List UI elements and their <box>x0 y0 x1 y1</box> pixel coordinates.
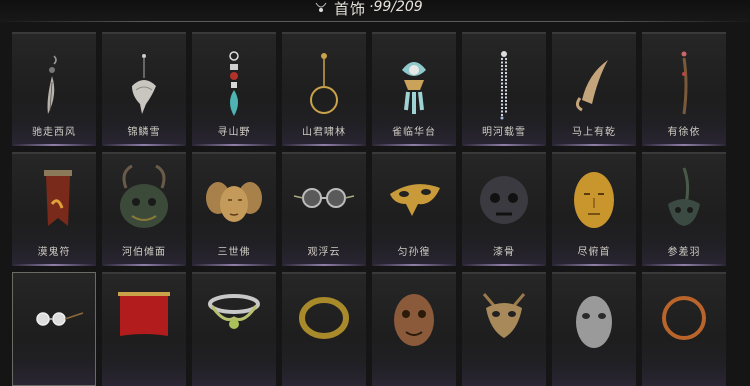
item-card[interactable]: 尽俯首 <box>552 152 636 266</box>
horn-earring-icon <box>575 60 608 112</box>
silver-crown-icon <box>208 294 260 329</box>
item-card[interactable]: 漆骨 <box>462 152 546 266</box>
card-glow <box>372 144 456 146</box>
item-label: 参差羽 <box>667 247 701 258</box>
item-card[interactable]: 驰走西风 <box>12 32 96 146</box>
page-header: 首饰 ·99/209 <box>0 0 750 22</box>
item-label: 尽俯首 <box>577 247 611 258</box>
fish-pendant-earring-icon <box>132 54 156 114</box>
card-glow <box>282 144 366 146</box>
item-card[interactable] <box>102 272 186 386</box>
bronze-horned-mask-icon <box>482 293 526 338</box>
spectacles-icon <box>36 312 84 326</box>
dark-skull-mask-icon <box>480 176 528 224</box>
card-glow <box>462 264 546 266</box>
three-buddha-masks-icon <box>206 182 262 222</box>
red-veil-icon <box>118 292 170 336</box>
item-card[interactable]: 有徐依 <box>642 32 726 146</box>
gold-serpent-collar-icon <box>299 297 349 339</box>
item-card[interactable]: 明河载雪 <box>462 32 546 146</box>
card-glow <box>462 144 546 146</box>
item-label: 河伯傩面 <box>122 247 166 258</box>
item-card[interactable] <box>462 272 546 386</box>
jade-drop-earring-icon <box>229 51 239 116</box>
card-glow <box>102 144 186 146</box>
page-title: 首饰 <box>334 0 367 18</box>
collection-count: ·99/209 <box>369 0 423 15</box>
item-label: 漠鬼符 <box>37 247 71 258</box>
card-glow <box>102 264 186 266</box>
item-card[interactable]: 匀孙徨 <box>372 152 456 266</box>
item-card[interactable] <box>282 272 366 386</box>
copper-ring-icon <box>662 296 706 340</box>
item-card[interactable]: 三世佛 <box>192 152 276 266</box>
item-card[interactable] <box>372 272 456 386</box>
item-label: 观浮云 <box>307 247 341 258</box>
guardian-face-mask-icon <box>394 294 434 346</box>
silver-face-mask-icon <box>576 296 612 348</box>
hoop-earring-icon <box>310 53 338 114</box>
header-divider <box>0 21 750 22</box>
item-card[interactable]: 雀临华台 <box>372 32 456 146</box>
item-label: 山君啸林 <box>302 127 346 138</box>
necklace-icon <box>315 2 327 12</box>
feather-headpiece-icon <box>668 167 700 226</box>
item-label: 三世佛 <box>217 247 251 258</box>
golden-face-mask-icon <box>574 172 614 228</box>
card-glow <box>12 144 96 146</box>
card-glow <box>642 144 726 146</box>
item-card[interactable]: 河伯傩面 <box>102 152 186 266</box>
item-label: 匀孙徨 <box>397 247 431 258</box>
item-label: 明河载雪 <box>482 127 526 138</box>
item-card[interactable] <box>192 272 276 386</box>
round-glasses-icon <box>293 188 355 208</box>
item-label: 漆骨 <box>493 247 515 258</box>
item-label: 雀临华台 <box>392 127 436 138</box>
item-label: 马上有乾 <box>572 127 616 138</box>
golden-eye-mask-icon <box>390 184 440 216</box>
ornate-jeweled-earring-icon <box>402 62 426 114</box>
talisman-banner-icon <box>44 170 72 226</box>
item-card[interactable]: 参差羽 <box>642 152 726 266</box>
card-glow <box>552 144 636 146</box>
feather-earring-icon <box>47 55 57 114</box>
pearl-tassel-earring-icon <box>500 51 507 120</box>
horned-nuo-mask-icon <box>120 164 168 228</box>
item-card[interactable]: 观浮云 <box>282 152 366 266</box>
long-drop-earring-icon <box>681 51 688 115</box>
card-glow <box>192 264 276 266</box>
item-card[interactable] <box>12 272 96 386</box>
item-card[interactable]: 马上有乾 <box>552 32 636 146</box>
card-glow <box>642 264 726 266</box>
card-glow <box>552 264 636 266</box>
card-glow <box>282 264 366 266</box>
item-label: 有徐依 <box>667 127 701 138</box>
card-glow <box>372 264 456 266</box>
item-label: 驰走西风 <box>32 127 76 138</box>
card-glow <box>12 264 96 266</box>
item-card[interactable]: 寻山野 <box>192 32 276 146</box>
card-glow <box>192 144 276 146</box>
item-label: 锦鳞雪 <box>127 127 161 138</box>
item-card[interactable] <box>642 272 726 386</box>
item-label: 寻山野 <box>217 127 251 138</box>
item-card[interactable]: 锦鳞雪 <box>102 32 186 146</box>
item-card[interactable] <box>552 272 636 386</box>
item-card[interactable]: 漠鬼符 <box>12 152 96 266</box>
item-card[interactable]: 山君啸林 <box>282 32 366 146</box>
